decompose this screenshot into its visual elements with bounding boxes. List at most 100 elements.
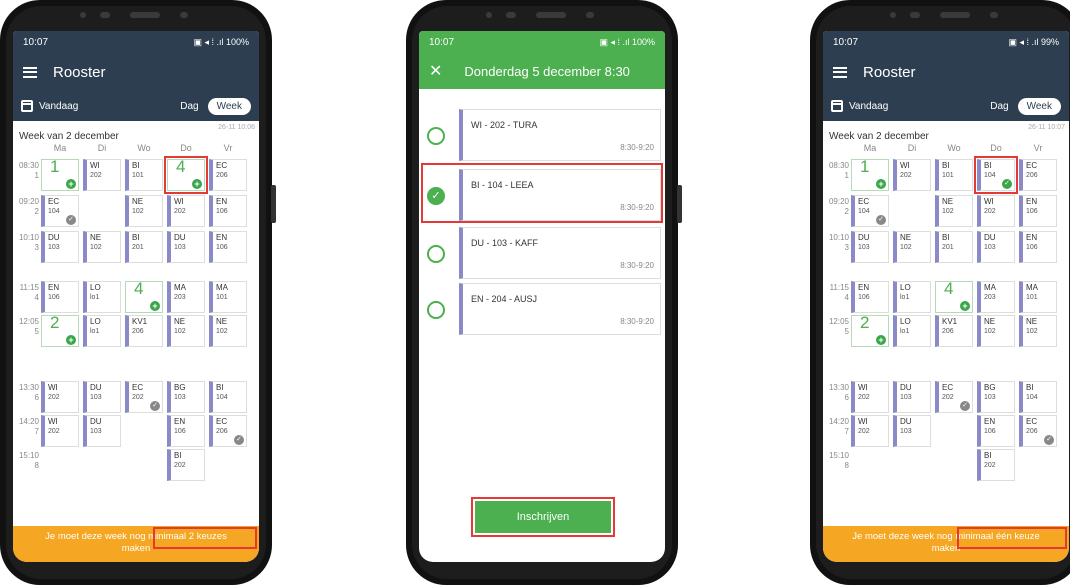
option-card[interactable]: WI - 202 - TURA 8:30-9:20 [459, 109, 661, 161]
open-slot-ma-5[interactable]: 2 + [851, 314, 889, 347]
lesson-do-6[interactable]: BG 103 [167, 381, 205, 413]
lesson-do-2[interactable]: WI 202 [977, 195, 1015, 227]
option-item[interactable]: WI - 202 - TURA 8:30-9:20 [419, 109, 665, 165]
last-updated: 26-11 10:06 [218, 124, 255, 131]
lesson-vr-4[interactable]: MA 101 [1019, 281, 1057, 313]
lesson-ma-4[interactable]: EN 106 [851, 281, 889, 313]
lesson-vr-2[interactable]: EN 106 [209, 195, 247, 227]
lesson-wo-6[interactable]: EC 202 ✓ [935, 381, 973, 413]
lesson-vr-2[interactable]: EN 106 [1019, 195, 1057, 227]
lesson-ma-3[interactable]: DU 103 [41, 231, 79, 263]
lesson-di-4[interactable]: LO lo1 [893, 281, 931, 313]
day-header-ma: Ma [863, 143, 877, 153]
lesson-wo-2[interactable]: NE 102 [125, 195, 163, 227]
toggle-week[interactable]: Week [1017, 97, 1061, 115]
day-header-vr: Vr [223, 143, 233, 153]
lesson-vr-1[interactable]: EC 206 [1019, 159, 1057, 191]
lesson-di-3[interactable]: NE 102 [893, 231, 931, 263]
option-item[interactable]: DU - 103 - KAFF 8:30-9:20 [419, 227, 665, 283]
today-button[interactable]: Vandaag [831, 100, 888, 112]
toggle-week[interactable]: Week [207, 97, 251, 115]
option-label: DU - 103 - KAFF [471, 238, 539, 248]
lesson-do-5[interactable]: NE 102 [167, 315, 205, 347]
lesson-vr-7[interactable]: EC 206 ✓ [209, 415, 247, 447]
lesson-ma-6[interactable]: WI 202 [851, 381, 889, 413]
highlight-enroll-button [471, 497, 615, 537]
lesson-ma-4[interactable]: EN 106 [41, 281, 79, 313]
lesson-di-5[interactable]: LO lo1 [83, 315, 121, 347]
lesson-wo-6[interactable]: EC 202 ✓ [125, 381, 163, 413]
today-button[interactable]: Vandaag [21, 100, 78, 112]
option-card[interactable]: DU - 103 - KAFF 8:30-9:20 [459, 227, 661, 279]
lesson-do-8[interactable]: BI 202 [977, 449, 1015, 481]
lesson-ma-7[interactable]: WI 202 [851, 415, 889, 447]
lesson-vr-4[interactable]: MA 101 [209, 281, 247, 313]
lesson-do-5[interactable]: NE 102 [977, 315, 1015, 347]
phone-sensors [60, 12, 210, 20]
app-bar: Rooster [823, 53, 1069, 91]
lesson-ma-6[interactable]: WI 202 [41, 381, 79, 413]
open-slot-ma-1[interactable]: 1 + [41, 158, 79, 191]
option-time: 8:30-9:20 [620, 261, 654, 270]
lesson-di-7[interactable]: DU 103 [893, 415, 931, 447]
lesson-di-6[interactable]: DU 103 [893, 381, 931, 413]
lesson-do-2[interactable]: WI 202 [167, 195, 205, 227]
slot-label-1: 08:30 1 [828, 161, 849, 180]
lesson-wo-3[interactable]: BI 201 [935, 231, 973, 263]
lesson-wo-5[interactable]: KV1 206 [935, 315, 973, 347]
option-item[interactable]: EN - 204 - AUSJ 8:30-9:20 [419, 283, 665, 339]
lesson-wo-3[interactable]: BI 201 [125, 231, 163, 263]
close-icon[interactable]: ✕ [429, 61, 442, 81]
lesson-do-4[interactable]: MA 203 [977, 281, 1015, 313]
slot-label-4: 11:15 4 [19, 283, 39, 302]
slot-label-5: 12:05 5 [828, 317, 849, 336]
lesson-wo-1[interactable]: BI 101 [125, 159, 163, 191]
lesson-di-7[interactable]: DU 103 [83, 415, 121, 447]
toggle-day[interactable]: Dag [981, 98, 1017, 115]
lesson-ma-7[interactable]: WI 202 [41, 415, 79, 447]
lesson-di-5[interactable]: LO lo1 [893, 315, 931, 347]
lesson-do-8[interactable]: BI 202 [167, 449, 205, 481]
open-slot-wo-4[interactable]: 4 + [935, 280, 973, 313]
radio-button[interactable] [427, 301, 445, 319]
lesson-do-3[interactable]: DU 103 [977, 231, 1015, 263]
lesson-wo-1[interactable]: BI 101 [935, 159, 973, 191]
lesson-vr-1[interactable]: EC 206 [209, 159, 247, 191]
lesson-ma-2[interactable]: EC 104 ✓ [41, 195, 79, 227]
check-icon: ✓ [66, 215, 76, 225]
lesson-do-7[interactable]: EN 106 [167, 415, 205, 447]
option-card[interactable]: EN - 204 - AUSJ 8:30-9:20 [459, 283, 661, 335]
lesson-vr-5[interactable]: NE 102 [209, 315, 247, 347]
open-slot-ma-5[interactable]: 2 + [41, 314, 79, 347]
lesson-wo-2[interactable]: NE 102 [935, 195, 973, 227]
status-icons: ▣ ◂ ⁞ .ıl 100% [193, 36, 249, 47]
radio-button[interactable] [427, 245, 445, 263]
plus-icon: + [66, 335, 76, 345]
lesson-do-4[interactable]: MA 203 [167, 281, 205, 313]
lesson-vr-3[interactable]: EN 106 [1019, 231, 1057, 263]
lesson-di-6[interactable]: DU 103 [83, 381, 121, 413]
lesson-vr-6[interactable]: BI 104 [1019, 381, 1057, 413]
open-slot-ma-1[interactable]: 1 + [851, 158, 889, 191]
radio-button[interactable] [427, 127, 445, 145]
slot-label-4: 11:15 4 [829, 283, 849, 302]
hamburger-menu-icon[interactable] [23, 66, 37, 78]
lesson-do-3[interactable]: DU 103 [167, 231, 205, 263]
lesson-vr-3[interactable]: EN 106 [209, 231, 247, 263]
lesson-vr-5[interactable]: NE 102 [1019, 315, 1057, 347]
hamburger-menu-icon[interactable] [833, 66, 847, 78]
lesson-di-4[interactable]: LO lo1 [83, 281, 121, 313]
lesson-di-1[interactable]: WI 202 [83, 159, 121, 191]
lesson-vr-6[interactable]: BI 104 [209, 381, 247, 413]
lesson-vr-7[interactable]: EC 206 ✓ [1019, 415, 1057, 447]
lesson-ma-2[interactable]: EC 104 ✓ [851, 195, 889, 227]
lesson-do-6[interactable]: BG 103 [977, 381, 1015, 413]
lesson-ma-3[interactable]: DU 103 [851, 231, 889, 263]
lesson-di-3[interactable]: NE 102 [83, 231, 121, 263]
lesson-wo-5[interactable]: KV1 206 [125, 315, 163, 347]
open-slot-wo-4[interactable]: 4 + [125, 280, 163, 313]
toggle-day[interactable]: Dag [171, 98, 207, 115]
lesson-di-1[interactable]: WI 202 [893, 159, 931, 191]
lesson-do-7[interactable]: EN 106 [977, 415, 1015, 447]
view-toolbar: Vandaag Dag Week [13, 91, 259, 121]
